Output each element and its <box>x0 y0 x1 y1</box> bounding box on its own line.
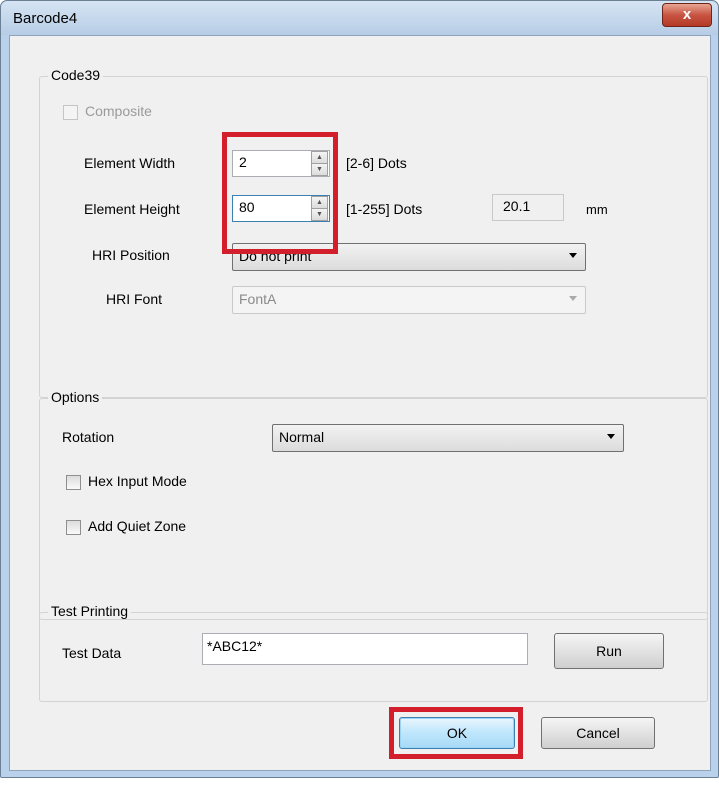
code39-group: Code39 Composite Element Width 2 ▲ ▼ [2-… <box>39 67 708 398</box>
hex-input-checkbox[interactable] <box>66 475 81 490</box>
rotation-label: Rotation <box>62 429 115 445</box>
element-width-label: Element Width <box>84 155 176 171</box>
chevron-down-icon <box>607 434 615 439</box>
quiet-zone-checkbox[interactable] <box>66 520 81 535</box>
spin-down-icon[interactable]: ▼ <box>311 208 328 221</box>
hri-position-selected: Do not print <box>239 248 312 264</box>
run-button[interactable]: Run <box>554 633 664 669</box>
element-height-mm-value: 20.1 <box>503 198 531 214</box>
composite-label: Composite <box>85 103 152 119</box>
element-width-value[interactable]: 2 <box>239 154 247 170</box>
title-bar[interactable]: Barcode4 x <box>1 1 718 35</box>
hri-position-dropdown[interactable]: Do not print <box>232 243 586 271</box>
element-height-range: [1-255] Dots <box>346 201 423 217</box>
spin-down-icon[interactable]: ▼ <box>311 163 328 176</box>
hri-font-selected: FontA <box>239 291 277 307</box>
element-height-label: Element Height <box>84 201 180 217</box>
close-button[interactable]: x <box>662 3 712 27</box>
test-printing-group: Test Printing Test Data *ABC12* Run <box>39 603 708 702</box>
dialog-client-area: Code39 Composite Element Width 2 ▲ ▼ [2-… <box>9 35 711 771</box>
ok-button[interactable]: OK <box>399 717 515 749</box>
rotation-dropdown[interactable]: Normal <box>272 424 624 452</box>
test-data-value[interactable]: *ABC12* <box>207 638 262 654</box>
element-height-spinner[interactable]: 80 ▲ ▼ <box>232 195 330 222</box>
composite-checkbox[interactable] <box>63 105 78 120</box>
options-group: Options Rotation Normal Hex Input Mode A… <box>39 389 708 620</box>
quiet-zone-label: Add Quiet Zone <box>88 518 187 534</box>
element-width-range: [2-6] Dots <box>346 155 407 171</box>
element-height-value[interactable]: 80 <box>239 199 255 215</box>
hri-font-dropdown[interactable]: FontA <box>232 286 586 314</box>
element-height-mm-box: 20.1 <box>492 194 564 221</box>
barcode-dialog: Barcode4 x Code39 Composite Element Widt… <box>0 0 719 778</box>
test-data-input[interactable]: *ABC12* <box>202 633 528 665</box>
hex-input-label: Hex Input Mode <box>88 473 187 489</box>
close-icon: x <box>682 6 692 23</box>
options-group-label: Options <box>48 389 103 405</box>
code39-group-label: Code39 <box>48 67 104 83</box>
cancel-button[interactable]: Cancel <box>541 717 655 749</box>
test-printing-group-label: Test Printing <box>48 603 132 619</box>
rotation-selected: Normal <box>279 429 325 445</box>
window-title: Barcode4 <box>13 10 78 27</box>
chevron-down-icon <box>569 253 577 258</box>
hri-position-label: HRI Position <box>92 247 170 263</box>
hri-font-label: HRI Font <box>106 291 163 307</box>
mm-unit-label: mm <box>586 202 608 217</box>
element-width-spinner[interactable]: 2 ▲ ▼ <box>232 150 330 177</box>
chevron-down-icon <box>569 296 577 301</box>
test-data-label: Test Data <box>62 645 122 661</box>
